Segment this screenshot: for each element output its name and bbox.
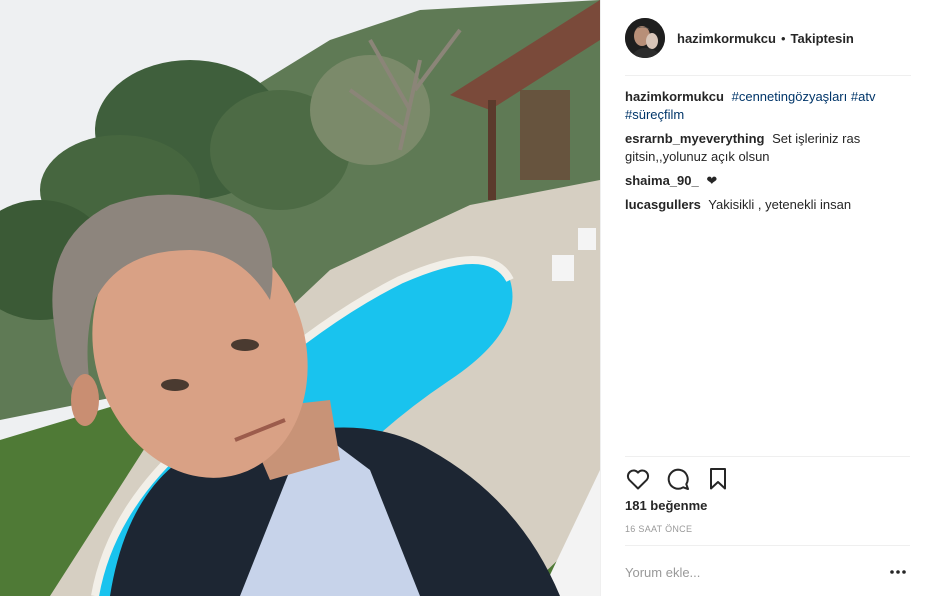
instagram-post: hazimkormukcu • Takiptesin hazimkormukcu… [0, 0, 926, 596]
heart-icon[interactable] [625, 466, 651, 492]
add-comment-form [625, 556, 910, 588]
comment-input[interactable] [625, 564, 886, 580]
post-timestamp[interactable]: 16 SAAT ÖNCE [625, 524, 692, 534]
comment-item: shaima_90_ ❤ [625, 172, 895, 190]
more-options-icon[interactable] [886, 562, 910, 582]
avatar[interactable] [625, 18, 665, 58]
comment-item: esrarnb_myeverything Set işleriniz ras g… [625, 130, 895, 166]
comment-item: lucasgullers Yakisikli , yetenekli insan [625, 196, 895, 214]
likes-count[interactable]: 181 beğenme [625, 498, 707, 513]
hashtag-link[interactable]: #cennetingözyaşları [732, 89, 848, 104]
comment-text: Yakisikli , yetenekli insan [708, 197, 852, 212]
post-header: hazimkormukcu • Takiptesin [601, 0, 926, 76]
comment-username[interactable]: lucasgullers [625, 197, 701, 212]
caption-username[interactable]: hazimkormukcu [625, 89, 724, 104]
hashtag-link[interactable]: #süreçfilm [625, 107, 684, 122]
caption: hazimkormukcu #cennetingözyaşları #atv #… [625, 88, 895, 124]
comment-username[interactable]: shaima_90_ [625, 173, 699, 188]
post-details-panel: hazimkormukcu • Takiptesin hazimkormukcu… [600, 0, 926, 596]
selfie-by-pool-image [0, 0, 600, 596]
follow-status-button[interactable]: Takiptesin [791, 31, 854, 46]
header-divider [625, 75, 911, 76]
bookmark-icon[interactable] [705, 466, 731, 492]
speech-bubble-icon[interactable] [665, 466, 691, 492]
comment-text: ❤ [706, 173, 718, 188]
post-photo[interactable] [0, 0, 600, 596]
header-separator: • [780, 30, 786, 46]
comments-list: hazimkormukcu #cennetingözyaşları #atv #… [625, 88, 895, 220]
comment-username[interactable]: esrarnb_myeverything [625, 131, 764, 146]
avatar-image [625, 18, 665, 58]
actions-divider [625, 456, 910, 457]
action-bar [625, 464, 910, 494]
comment-input-divider [625, 545, 910, 546]
header-username[interactable]: hazimkormukcu [677, 31, 776, 46]
hashtag-link[interactable]: #atv [851, 89, 876, 104]
